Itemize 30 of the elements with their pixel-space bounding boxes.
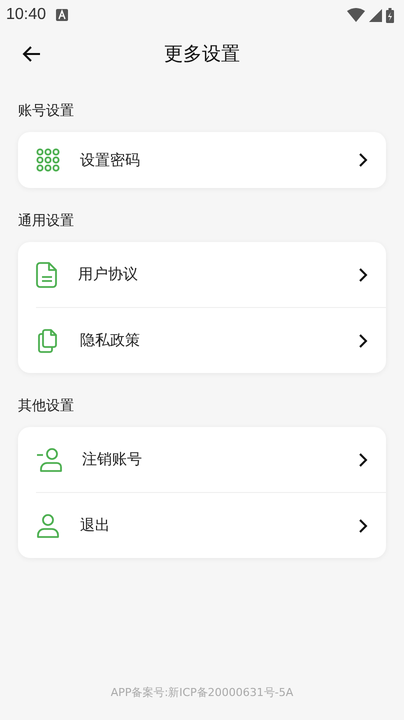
chevron-icon [358, 518, 368, 534]
settings-row[interactable]: 设置密码 [18, 132, 386, 188]
row-label: 隐私政策 [80, 331, 140, 350]
footer-text: APP备案号:新ICP备20000631号-5A [110, 686, 294, 699]
chevron-icon [358, 452, 368, 468]
row-label: 注销账号 [82, 450, 142, 469]
section-title: 其他设置 [18, 397, 74, 415]
row-label: 退出 [80, 516, 110, 535]
settings-row[interactable]: 隐私政策 [18, 308, 386, 373]
notification-icon [56, 9, 68, 21]
document-icon [36, 262, 58, 288]
user-minus-icon [36, 446, 62, 472]
battery-icon [386, 8, 394, 22]
keypad-icon [36, 148, 60, 172]
chevron-icon [358, 266, 368, 282]
chevron-icon [358, 332, 368, 348]
section-title: 账号设置 [18, 102, 74, 120]
user-icon [36, 512, 60, 538]
settings-row[interactable]: 用户协议 [18, 242, 386, 307]
documents-icon [36, 328, 60, 354]
row-label: 用户协议 [78, 265, 138, 284]
row-label: 设置密码 [80, 150, 140, 170]
status-time: 10:40 [6, 6, 46, 24]
settings-row[interactable]: 退出 [18, 493, 386, 558]
chevron-icon [358, 152, 368, 168]
wifi-icon [347, 8, 365, 22]
settings-row[interactable]: 注销账号 [18, 427, 386, 492]
page-title: 更多设置 [164, 42, 240, 67]
section-title: 通用设置 [18, 212, 74, 230]
signal-icon [369, 8, 382, 22]
